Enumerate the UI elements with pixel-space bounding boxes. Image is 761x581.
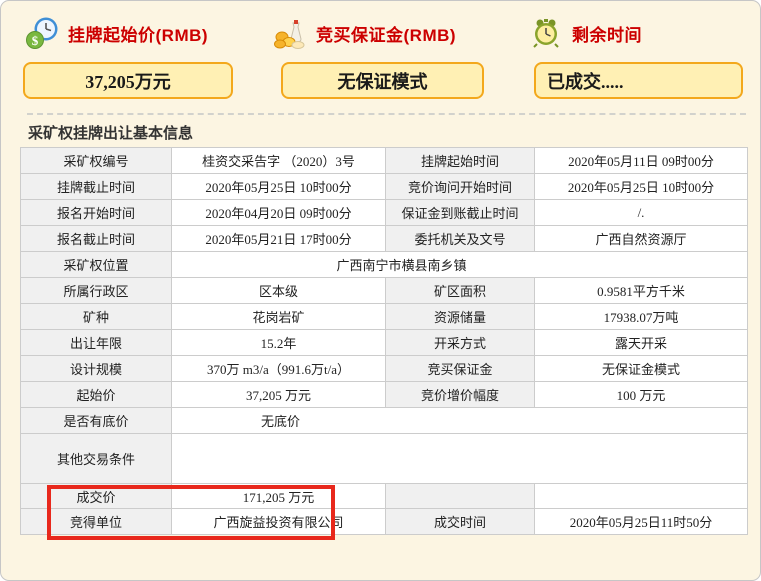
field-value — [535, 484, 748, 509]
field-value: /. — [535, 200, 748, 226]
deposit-label: 竞买保证金(RMB) — [316, 21, 456, 46]
field-label: 保证金到账截止时间 — [386, 200, 535, 226]
table-row: 其他交易条件 — [21, 434, 748, 484]
field-label: 出让年限 — [21, 330, 172, 356]
field-label: 竞得单位 — [21, 509, 172, 535]
starting-price-label: 挂牌起始价(RMB) — [68, 21, 208, 46]
field-label: 报名开始时间 — [21, 200, 172, 226]
field-label: 挂牌起始时间 — [386, 148, 535, 174]
field-value: 2020年05月25日 10时00分 — [172, 174, 386, 200]
field-label: 资源储量 — [386, 304, 535, 330]
field-label: 所属行政区 — [21, 278, 172, 304]
field-value: 2020年05月21日 17时00分 — [172, 226, 386, 252]
deposit-gold-icon — [273, 15, 309, 51]
table-row: 出让年限 15.2年 开采方式 露天开采 — [21, 330, 748, 356]
field-value: 露天开采 — [535, 330, 748, 356]
table-row: 采矿权编号 桂资交采告字 （2020）3号 挂牌起始时间 2020年05月11日… — [21, 148, 748, 174]
field-value: 370万 m3/a（991.6万t/a） — [172, 356, 386, 382]
time-status-box: 已成交..... — [534, 62, 743, 99]
field-value: 无底价 — [172, 408, 748, 434]
field-value: 37,205 万元 — [172, 382, 386, 408]
time-left-header: 剩余时间 — [529, 14, 642, 52]
field-label: 矿种 — [21, 304, 172, 330]
starting-price-header: $ 挂牌起始价(RMB) — [25, 14, 208, 52]
table-row: 所属行政区 区本级 矿区面积 0.9581平方千米 — [21, 278, 748, 304]
field-value: 广西自然资源厅 — [535, 226, 748, 252]
field-value — [172, 434, 748, 484]
field-value: 广西南宁市横县南乡镇 — [172, 252, 748, 278]
svg-text:$: $ — [32, 33, 39, 48]
field-value: 2020年05月25日 10时00分 — [535, 174, 748, 200]
field-label: 成交价 — [21, 484, 172, 509]
field-value: 桂资交采告字 （2020）3号 — [172, 148, 386, 174]
field-label: 竞价询问开始时间 — [386, 174, 535, 200]
field-label: 竞价增价幅度 — [386, 382, 535, 408]
table-row: 设计规模 370万 m3/a（991.6万t/a） 竞买保证金 无保证金模式 — [21, 356, 748, 382]
time-left-label: 剩余时间 — [572, 21, 642, 46]
field-value: 花岗岩矿 — [172, 304, 386, 330]
field-label: 成交时间 — [386, 509, 535, 535]
field-value: 171,205 万元 — [172, 484, 386, 509]
field-value: 0.9581平方千米 — [535, 278, 748, 304]
auction-listing-page: $ 挂牌起始价(RMB) 竞买保证金(RMB) — [0, 0, 761, 581]
table-row-winner: 竞得单位 广西旋益投资有限公司 成交时间 2020年05月25日11时50分 — [21, 509, 748, 535]
table-row: 采矿权位置 广西南宁市横县南乡镇 — [21, 252, 748, 278]
field-label: 采矿权位置 — [21, 252, 172, 278]
field-label: 矿区面积 — [386, 278, 535, 304]
field-value: 广西旋益投资有限公司 — [172, 509, 386, 535]
table-row-deal-price: 成交价 171,205 万元 — [21, 484, 748, 509]
basic-info-table: 采矿权编号 桂资交采告字 （2020）3号 挂牌起始时间 2020年05月11日… — [20, 147, 748, 535]
table-row: 起始价 37,205 万元 竞价增价幅度 100 万元 — [21, 382, 748, 408]
price-clock-icon: $ — [25, 15, 61, 51]
field-label: 报名截止时间 — [21, 226, 172, 252]
table-row: 报名开始时间 2020年04月20日 09时00分 保证金到账截止时间 /. — [21, 200, 748, 226]
table-row: 矿种 花岗岩矿 资源储量 17938.07万吨 — [21, 304, 748, 330]
field-label: 设计规模 — [21, 356, 172, 382]
field-label: 起始价 — [21, 382, 172, 408]
field-label: 委托机关及文号 — [386, 226, 535, 252]
table-row: 报名截止时间 2020年05月21日 17时00分 委托机关及文号 广西自然资源… — [21, 226, 748, 252]
section-title: 采矿权挂牌出让基本信息 — [28, 122, 193, 143]
field-label: 竞买保证金 — [386, 356, 535, 382]
field-label: 是否有底价 — [21, 408, 172, 434]
field-label — [386, 484, 535, 509]
dashed-separator — [27, 113, 746, 115]
deposit-header: 竞买保证金(RMB) — [273, 14, 456, 52]
field-label: 其他交易条件 — [21, 434, 172, 484]
starting-price-box: 37,205万元 — [23, 62, 233, 99]
field-label: 开采方式 — [386, 330, 535, 356]
time-alarm-icon — [529, 15, 565, 51]
deposit-mode-box: 无保证模式 — [281, 62, 484, 99]
field-value: 区本级 — [172, 278, 386, 304]
field-label: 采矿权编号 — [21, 148, 172, 174]
field-value: 2020年05月11日 09时00分 — [535, 148, 748, 174]
field-label: 挂牌截止时间 — [21, 174, 172, 200]
field-value: 15.2年 — [172, 330, 386, 356]
table-row: 是否有底价 无底价 — [21, 408, 748, 434]
field-value: 100 万元 — [535, 382, 748, 408]
field-value: 无保证金模式 — [535, 356, 748, 382]
field-value: 2020年04月20日 09时00分 — [172, 200, 386, 226]
field-value: 17938.07万吨 — [535, 304, 748, 330]
field-value: 2020年05月25日11时50分 — [535, 509, 748, 535]
table-row: 挂牌截止时间 2020年05月25日 10时00分 竞价询问开始时间 2020年… — [21, 174, 748, 200]
